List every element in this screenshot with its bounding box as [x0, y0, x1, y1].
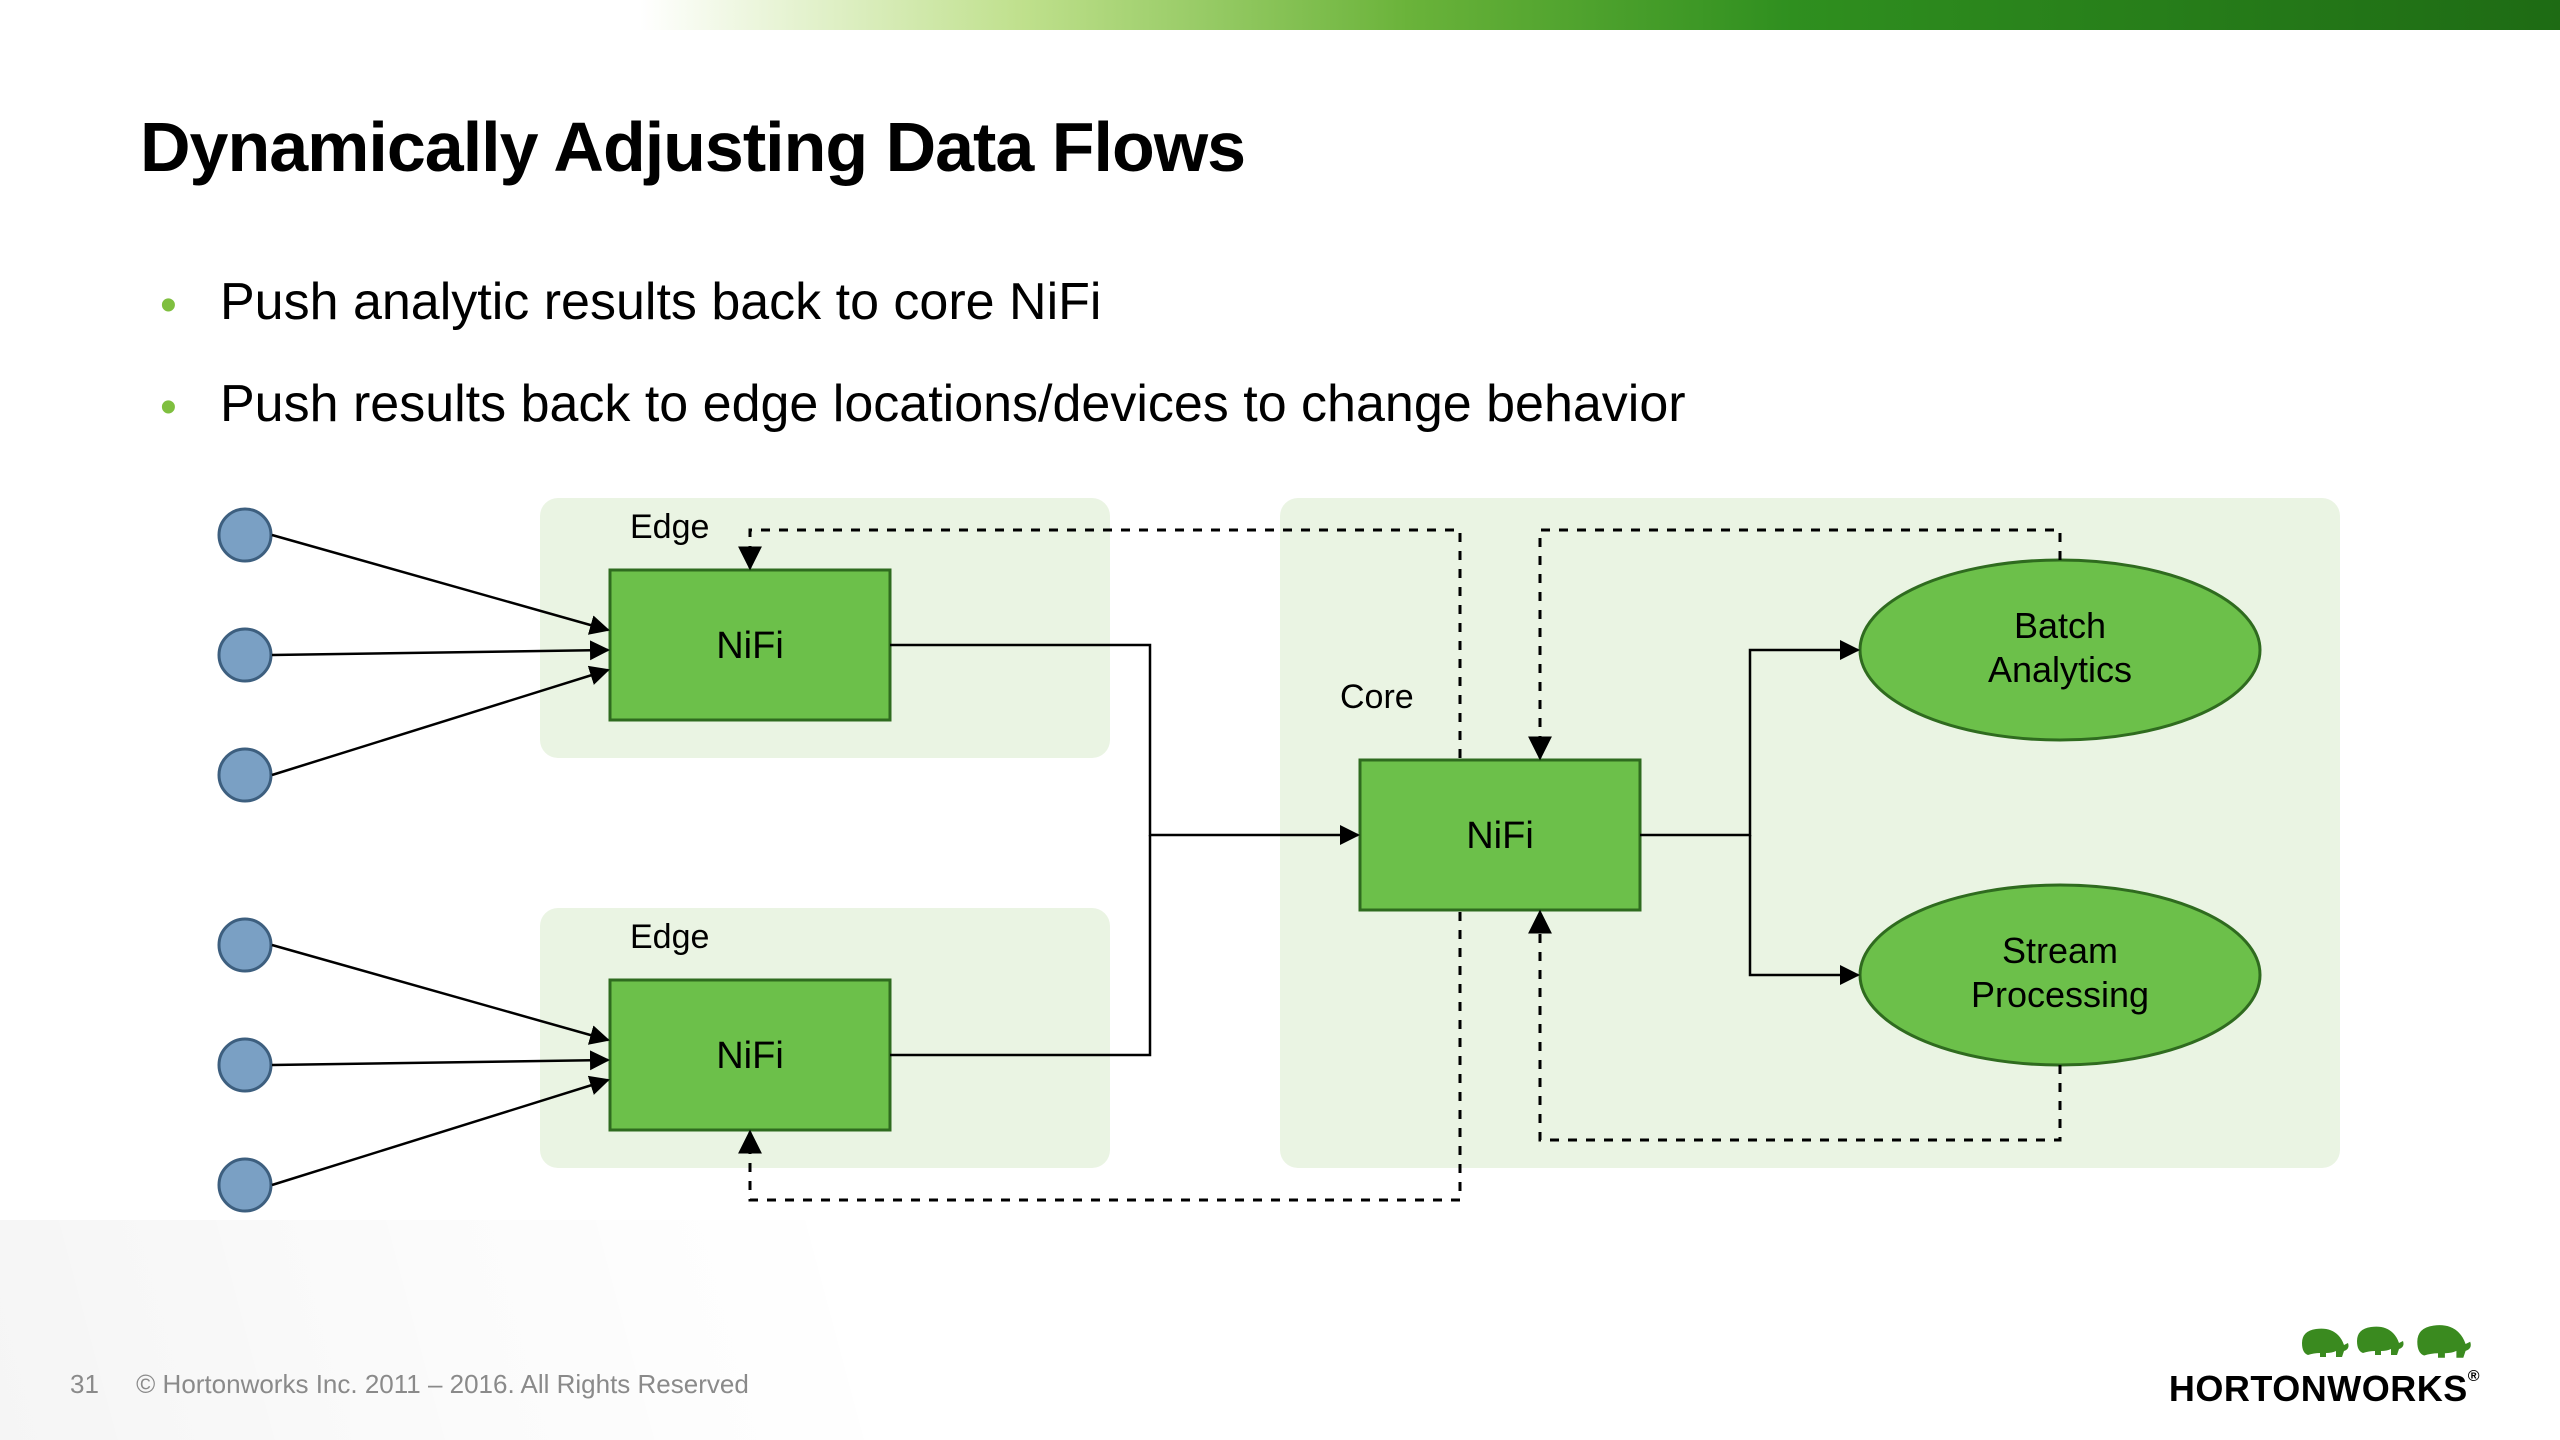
batch-label-2: Analytics	[1988, 649, 2132, 690]
copyright-text: © Hortonworks Inc. 2011 – 2016. All Righ…	[136, 1369, 749, 1399]
hortonworks-wordmark: HORTONWORKS®	[2169, 1368, 2480, 1410]
header-gradient-bar	[0, 0, 2560, 30]
page-number: 31	[70, 1369, 99, 1400]
source-nodes-top	[219, 509, 271, 801]
slide-title: Dynamically Adjusting Data Flows	[140, 107, 1245, 187]
bullet-item: Push analytic results back to core NiFi	[160, 272, 1686, 332]
stream-label-2: Processing	[1971, 974, 2149, 1015]
source-nodes-bottom	[219, 919, 271, 1211]
edge-nifi-bottom-label: NiFi	[716, 1035, 784, 1077]
hortonworks-logo: HORTONWORKS®	[2169, 1321, 2480, 1410]
core-nifi-label: NiFi	[1466, 815, 1534, 857]
flow-diagram: Edge Edge Core NiFi NiFi NiFi Batch Anal…	[190, 480, 2360, 1220]
elephants-icon	[2300, 1321, 2480, 1363]
edge-nifi-top-label: NiFi	[716, 625, 784, 667]
edge-label-top: Edge	[630, 508, 709, 546]
footer: 31 © Hortonworks Inc. 2011 – 2016. All R…	[70, 1369, 749, 1400]
bullet-item: Push results back to edge locations/devi…	[160, 374, 1686, 434]
batch-label-1: Batch	[2014, 605, 2106, 646]
bullet-list: Push analytic results back to core NiFi …	[120, 272, 1686, 476]
core-label: Core	[1340, 678, 1414, 716]
stream-label-1: Stream	[2002, 930, 2118, 971]
edge-label-bottom: Edge	[630, 918, 709, 956]
